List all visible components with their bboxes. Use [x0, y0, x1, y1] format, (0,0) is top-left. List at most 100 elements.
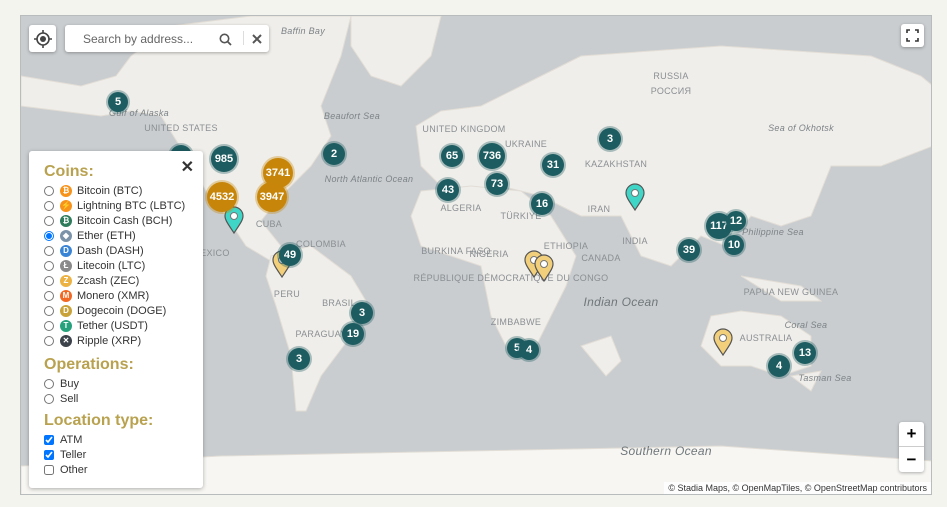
location-type-option[interactable]: Teller [44, 447, 203, 462]
cluster-marker[interactable]: 3947 [257, 182, 287, 212]
operation-radio[interactable] [44, 378, 54, 389]
operation-radio[interactable] [44, 393, 54, 404]
search-input[interactable] [81, 29, 215, 49]
location-type-checkbox[interactable] [44, 464, 54, 475]
zoom-out-button[interactable]: − [899, 447, 924, 472]
coin-label: Monero (XMR) [77, 289, 150, 302]
cluster-marker[interactable]: 4532 [207, 182, 237, 212]
cluster-marker[interactable]: 19 [342, 323, 364, 345]
cluster-marker[interactable]: 2 [323, 143, 345, 165]
map-label: Southern Ocean [620, 444, 712, 458]
cluster-marker[interactable]: 10 [724, 235, 744, 255]
operations-heading: Operations: [44, 356, 134, 373]
coin-label: Dogecoin (DOGE) [77, 304, 167, 317]
coin-radio[interactable] [44, 335, 54, 346]
coin-option[interactable]: D Dogecoin (DOGE) [44, 303, 203, 318]
attribution[interactable]: © Stadia Maps, © OpenMapTiles, © OpenStr… [664, 482, 931, 494]
location-type-option[interactable]: ATM [44, 432, 203, 447]
cluster-marker[interactable]: 985 [211, 146, 237, 172]
close-panel-icon[interactable]: ✕ [181, 157, 194, 177]
map-label: PAPUA NEW GUINEA [743, 287, 839, 297]
cluster-marker[interactable]: 43 [437, 179, 459, 201]
cluster-marker[interactable]: 736 [479, 143, 505, 169]
map-label: KAZAKHSTAN [584, 159, 648, 169]
coin-icon: ₿ [60, 184, 72, 197]
coin-icon: D [60, 304, 72, 317]
operation-option[interactable]: Buy [44, 376, 203, 391]
map-label: INDIA [622, 236, 648, 246]
cluster-marker[interactable]: 3 [599, 128, 621, 150]
location-pin-icon[interactable] [713, 328, 733, 356]
coin-radio[interactable] [44, 275, 54, 286]
coin-icon: ₿ [60, 214, 72, 227]
cluster-marker[interactable]: 5 [108, 92, 128, 112]
fullscreen-button[interactable] [901, 24, 924, 47]
location-type-checkbox[interactable] [44, 434, 54, 445]
map-label: ALGERIA [440, 203, 482, 213]
coin-icon: ⚡ [60, 199, 72, 212]
coin-label: Lightning BTC (LBTC) [77, 199, 186, 212]
coin-option[interactable]: ◆ Ether (ETH) [44, 228, 203, 243]
map[interactable]: Baffin Bay Beaufort Sea CANADA Gulf of Alas… [20, 15, 932, 495]
divider [243, 31, 244, 45]
zoom-in-button[interactable]: + [899, 422, 924, 447]
coin-option[interactable]: ⚡ Lightning BTC (LBTC) [44, 198, 203, 213]
map-label: ZIMBABWE [490, 317, 542, 327]
coin-option[interactable]: M Monero (XMR) [44, 288, 203, 303]
coin-option[interactable]: Z Zcash (ZEC) [44, 273, 203, 288]
coins-heading: Coins: [44, 163, 94, 180]
cluster-marker[interactable]: 4 [519, 340, 539, 360]
coin-icon: T [60, 319, 72, 332]
cluster-marker[interactable]: 65 [441, 145, 463, 167]
map-label: РОССИЯ [650, 86, 692, 96]
coin-label: Dash (DASH) [77, 244, 144, 257]
coin-radio[interactable] [44, 320, 54, 331]
coin-option[interactable]: D Dash (DASH) [44, 243, 203, 258]
map-label: NIGERIA [469, 249, 509, 259]
map-label: RUSSIA [653, 71, 689, 81]
coin-option[interactable]: T Tether (USDT) [44, 318, 203, 333]
coin-radio[interactable] [44, 290, 54, 301]
location-type-option[interactable]: Other [44, 462, 203, 477]
coin-option[interactable]: ✕ Ripple (XRP) [44, 333, 203, 348]
cluster-marker[interactable]: 4 [768, 355, 790, 377]
coin-radio[interactable] [44, 200, 54, 211]
map-label: IRAN [587, 204, 611, 214]
cluster-marker[interactable]: 3 [351, 302, 373, 324]
location-pin-icon[interactable] [625, 183, 645, 211]
locate-button[interactable] [29, 25, 56, 52]
coin-option[interactable]: ₿ Bitcoin Cash (BCH) [44, 213, 203, 228]
location-pin-icon[interactable] [534, 254, 554, 282]
fullscreen-icon [906, 29, 919, 42]
coin-radio[interactable] [44, 185, 54, 196]
cluster-marker[interactable]: 39 [678, 239, 700, 261]
coin-radio[interactable] [44, 305, 54, 316]
map-label: Baffin Bay [280, 26, 326, 36]
clear-search-icon[interactable] [252, 34, 262, 44]
coin-option[interactable]: ₿ Bitcoin (BTC) [44, 183, 203, 198]
cluster-marker[interactable]: 12 [726, 211, 746, 231]
map-label: CANADA [581, 253, 621, 263]
cluster-marker[interactable]: 13 [794, 342, 816, 364]
cluster-marker[interactable]: 31 [542, 154, 564, 176]
coin-option[interactable]: Ł Litecoin (LTC) [44, 258, 203, 273]
coin-radio[interactable] [44, 245, 54, 256]
search-icon[interactable] [219, 33, 232, 46]
map-label: Coral Sea [784, 320, 828, 330]
location-type-checkbox[interactable] [44, 449, 54, 460]
cluster-marker[interactable]: 16 [531, 193, 553, 215]
cluster-marker[interactable]: 73 [486, 173, 508, 195]
operation-option[interactable]: Sell [44, 391, 203, 406]
cluster-marker[interactable]: 49 [279, 244, 301, 266]
map-label: Tasman Sea [798, 373, 852, 383]
coin-radio[interactable] [44, 260, 54, 271]
map-label: North Atlantic Ocean [324, 174, 414, 184]
coin-label: Ripple (XRP) [77, 334, 142, 347]
coin-radio[interactable] [44, 215, 54, 226]
coin-radio[interactable] [44, 230, 54, 241]
map-label: Beaufort Sea [323, 111, 381, 121]
cluster-marker[interactable]: 3 [288, 348, 310, 370]
coin-label: Bitcoin Cash (BCH) [77, 214, 173, 227]
operation-label: Sell [60, 392, 79, 405]
filter-panel: ✕ Coins: ₿ Bitcoin (BTC) ⚡ Lightning BTC (L… [29, 151, 203, 488]
